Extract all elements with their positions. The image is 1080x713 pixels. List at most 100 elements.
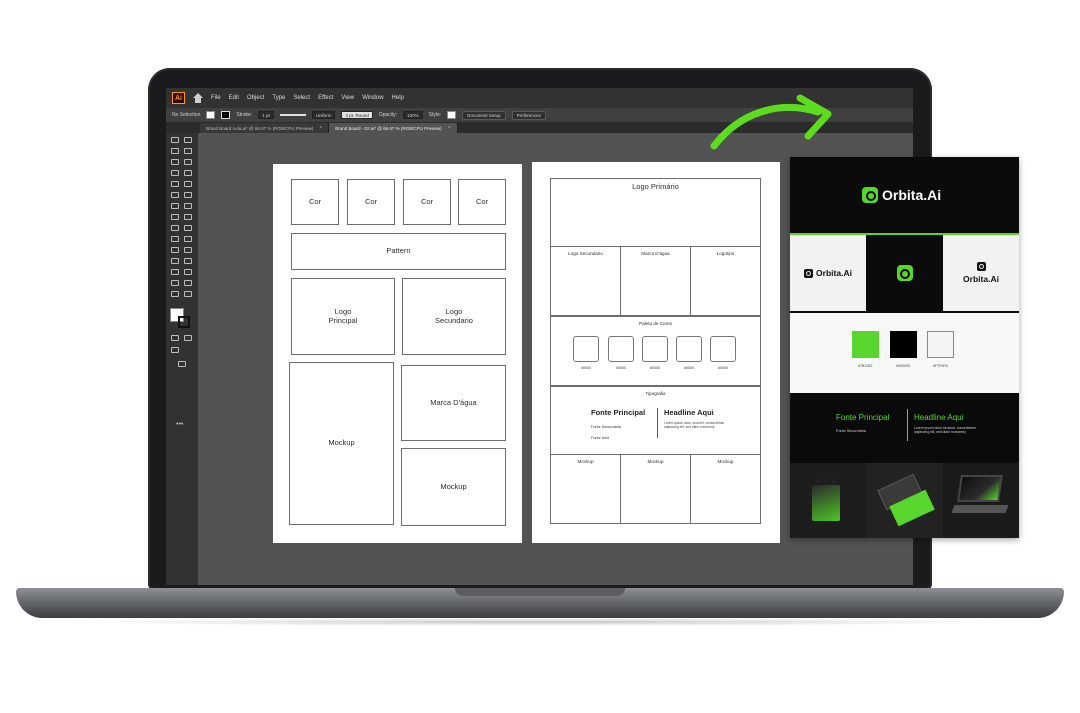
perspective-grid-tool-icon[interactable] xyxy=(184,236,192,242)
stroke-label: Stroke: xyxy=(236,112,253,118)
green-arrow-icon xyxy=(710,94,832,150)
logo-variations: Orbita.Ai Orbita.Ai xyxy=(790,235,1019,311)
scale-tool-icon[interactable] xyxy=(184,214,192,220)
home-icon[interactable] xyxy=(193,93,203,103)
fonte-secundaria-label: Fonte Secundária xyxy=(591,425,621,429)
magic-wand-tool-icon[interactable] xyxy=(171,148,179,154)
opacity-field[interactable]: 100% xyxy=(403,111,423,119)
hand-tool-icon[interactable] xyxy=(171,291,179,297)
menu-help[interactable]: Help xyxy=(392,95,404,101)
tab-brand-board-02[interactable]: Brand Board - 02.ai* @ 66.67 % (RGB/CPU … xyxy=(329,123,458,133)
gradient-tool-icon[interactable] xyxy=(184,247,192,253)
marca-dagua-placeholder: Marca D'água xyxy=(620,246,691,316)
draw-mode-icon[interactable] xyxy=(171,347,179,353)
tab-label: Brand Board - 02.ai* @ 66.67 % (RGB/CPU … xyxy=(335,125,442,131)
blend-tool-icon[interactable] xyxy=(184,258,192,264)
hex-label: #0000 xyxy=(718,366,728,370)
hex-label: #0000 xyxy=(616,366,626,370)
rotate-tool-icon[interactable] xyxy=(171,214,179,220)
symbol-sprayer-tool-icon[interactable] xyxy=(171,269,179,275)
fonte-principal-label: Fonte Principal xyxy=(836,413,890,422)
tab-brand-board-aula[interactable]: Brand Board Aula.ai* @ 66.67 % (RGB/CPU … xyxy=(200,123,330,133)
color-swatch-placeholder xyxy=(710,336,736,362)
none-swatch-icon[interactable] xyxy=(184,335,192,341)
menu-view[interactable]: View xyxy=(341,95,354,101)
menu-effect[interactable]: Effect xyxy=(318,95,333,101)
mockups-row xyxy=(790,463,1019,538)
business-card-mockup xyxy=(866,463,943,538)
lasso-tool-icon[interactable] xyxy=(184,148,192,154)
menu-object[interactable]: Object xyxy=(247,95,264,101)
selection-tool-icon[interactable] xyxy=(171,137,179,143)
column-graph-tool-icon[interactable] xyxy=(184,269,192,275)
selection-status: No Selection xyxy=(172,112,201,118)
line-tool-icon[interactable] xyxy=(184,170,192,176)
orbita-logo-icon xyxy=(896,265,913,281)
mockup-large-placeholder: Mockup xyxy=(289,362,394,525)
artboard-2[interactable]: Logo Primário Logo Secundario Marca D'ág… xyxy=(532,162,780,543)
eraser-tool-icon[interactable] xyxy=(171,203,179,209)
variable-width-select[interactable]: Uniform xyxy=(311,111,336,119)
artboard-1[interactable]: Cor Cor Cor Cor Pattern Logo Principal L… xyxy=(273,164,522,543)
close-icon[interactable]: × xyxy=(319,125,322,131)
stroke-color-swatch[interactable] xyxy=(221,111,231,119)
color-swatch-placeholder xyxy=(608,336,634,362)
menu-edit[interactable]: Edit xyxy=(229,95,239,101)
stroke-swatch[interactable] xyxy=(178,316,190,328)
typography-section: Tipografia xyxy=(550,386,761,455)
bag-body xyxy=(812,485,840,521)
body-text-sample: Lorem ipsum dolor sit amet, consectetuer… xyxy=(914,426,977,435)
brand-header: Orbita.Ai xyxy=(790,157,1019,233)
illustrator-logo: Ai xyxy=(172,92,185,104)
stroke-weight-field[interactable]: 1 pt xyxy=(258,111,274,119)
color-swatch-placeholder xyxy=(676,336,702,362)
logo-secundario-placeholder: Logo Secundario xyxy=(402,278,506,355)
zoom-tool-icon[interactable] xyxy=(184,291,192,297)
curvature-tool-icon[interactable] xyxy=(184,159,192,165)
color-mode-icon[interactable] xyxy=(171,335,179,341)
pen-tool-icon[interactable] xyxy=(171,159,179,165)
width-tool-icon[interactable] xyxy=(171,225,179,231)
menu-select[interactable]: Select xyxy=(293,95,310,101)
preferences-button[interactable]: Preferences xyxy=(511,110,546,120)
document-setup-button[interactable]: Document Setup xyxy=(462,110,506,120)
opacity-label: Opacity: xyxy=(378,112,398,118)
style-label: Style: xyxy=(428,112,442,118)
rectangle-tool-icon[interactable] xyxy=(171,181,179,187)
fonte-principal-label: Fonte Principal xyxy=(591,408,646,417)
direct-selection-tool-icon[interactable] xyxy=(184,137,192,143)
close-icon[interactable]: × xyxy=(448,125,451,131)
pencil-tool-icon[interactable] xyxy=(184,192,192,198)
scissors-tool-icon[interactable] xyxy=(184,203,192,209)
logotype: Orbita.Ai xyxy=(943,235,1019,311)
pattern-placeholder: Pattern xyxy=(291,233,506,270)
menu-window[interactable]: Window xyxy=(362,95,383,101)
brand-name: Orbita.Ai xyxy=(882,187,942,203)
mesh-tool-icon[interactable] xyxy=(171,247,179,253)
menu-type[interactable]: Type xyxy=(272,95,285,101)
fill-color-swatch[interactable] xyxy=(206,111,216,119)
eyedropper-tool-icon[interactable] xyxy=(171,258,179,264)
shape-builder-tool-icon[interactable] xyxy=(171,236,179,242)
artboard-tool-icon[interactable] xyxy=(171,280,179,286)
mockup-placeholder: Mockup xyxy=(620,454,691,524)
shaper-tool-icon[interactable] xyxy=(171,192,179,198)
logo-principal-placeholder: Logo Principal xyxy=(291,278,395,355)
brush-select[interactable]: 3 pt. Round xyxy=(341,111,373,119)
logo-primario-placeholder: Logo Primário xyxy=(550,178,761,247)
free-transform-tool-icon[interactable] xyxy=(184,225,192,231)
laptop-mockup-base xyxy=(951,505,1009,513)
typography-divider xyxy=(907,409,908,441)
logo-secundario-placeholder: Logo Secundario xyxy=(550,246,621,316)
menu-file[interactable]: File xyxy=(211,95,221,101)
more-tools-icon[interactable]: ••• xyxy=(176,421,183,428)
tote-bag-mockup xyxy=(790,463,866,538)
mockup-placeholder: Mockup xyxy=(690,454,761,524)
type-tool-icon[interactable] xyxy=(171,170,179,176)
logotipo-placeholder: Logotipo xyxy=(690,246,761,316)
slice-tool-icon[interactable] xyxy=(184,280,192,286)
screen-mode-icon[interactable] xyxy=(178,361,186,367)
marca-dagua-placeholder: Marca D'água xyxy=(401,365,506,441)
style-swatch[interactable] xyxy=(447,111,457,119)
paintbrush-tool-icon[interactable] xyxy=(184,181,192,187)
